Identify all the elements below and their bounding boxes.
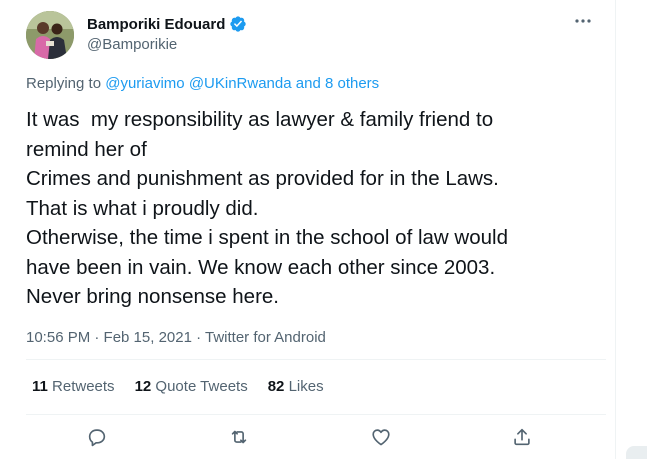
corner-widget <box>626 446 647 459</box>
replying-prefix: Replying to <box>26 75 106 92</box>
author-handle[interactable]: @Bamporikie <box>87 36 177 53</box>
quote-tweets-label: Quote Tweets <box>155 378 248 395</box>
sidebar-edge <box>616 0 647 459</box>
like-icon[interactable] <box>370 426 392 448</box>
author-name-row: Bamporiki Edouard <box>87 14 247 34</box>
tweet-text-line: Never bring nonsense here. <box>26 285 279 308</box>
likes-count: 82 <box>267 378 285 395</box>
tweet-timestamp[interactable]: 10:56 PM · Feb 15, 2021 · Twitter for An… <box>26 329 326 346</box>
more-horizontal-icon[interactable] <box>572 12 598 32</box>
retweets-stat[interactable]: 11 Retweets <box>32 378 115 395</box>
avatar[interactable] <box>26 11 74 59</box>
display-name[interactable]: Bamporiki Edouard <box>87 16 225 33</box>
quote-tweets-stat[interactable]: 12 Quote Tweets <box>135 378 248 395</box>
divider <box>26 359 606 360</box>
verified-badge-icon <box>229 15 247 33</box>
reply-mention-link[interactable]: @yuriavimo <box>105 75 184 92</box>
reply-others-link[interactable]: 8 others <box>325 75 379 92</box>
reply-icon[interactable] <box>86 426 108 448</box>
tweet-page: Bamporiki Edouard @Bamporikie Replying t… <box>0 0 647 459</box>
tweet-text-line: Crimes and punishment as provided for in… <box>26 167 499 190</box>
reply-and: and <box>291 75 325 92</box>
retweets-label: Retweets <box>52 378 115 395</box>
avatar-image <box>26 11 74 59</box>
tweet-stats: 11 Retweets 12 Quote Tweets 82 Likes <box>32 378 344 395</box>
quote-tweets-count: 12 <box>134 378 152 395</box>
tweet-text-line: It was my responsibility as lawyer & fam… <box>26 108 494 131</box>
tweet-text-line: That is what i proudly did. <box>26 196 259 220</box>
likes-label: Likes <box>288 378 324 395</box>
likes-stat[interactable]: 82 Likes <box>268 378 324 395</box>
retweet-icon[interactable] <box>228 426 250 448</box>
tweet-text: It was my responsibility as lawyer & fam… <box>26 105 606 312</box>
divider <box>26 414 606 415</box>
reply-mention-link[interactable]: @UKinRwanda <box>189 75 292 92</box>
replying-to: Replying to @yuriavimo @UKinRwanda and 8… <box>26 75 379 92</box>
tweet-text-line: remind her of <box>26 137 147 161</box>
tweet-text-line: have been in vain. We know each other si… <box>26 255 496 279</box>
retweets-count: 11 <box>32 378 48 395</box>
share-icon[interactable] <box>511 426 533 448</box>
tweet-detail: Bamporiki Edouard @Bamporikie Replying t… <box>0 0 615 459</box>
tweet-text-line: Otherwise, the time i spent in the schoo… <box>26 226 508 249</box>
